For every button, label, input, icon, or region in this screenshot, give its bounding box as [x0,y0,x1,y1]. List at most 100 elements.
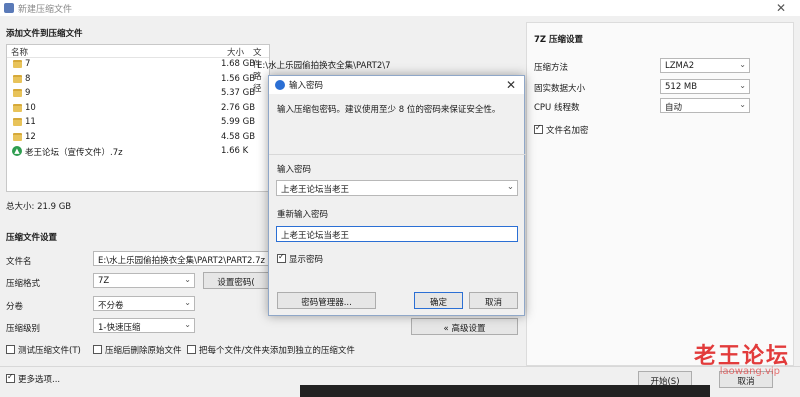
file-list-row[interactable]: 9 5.37 GB [7,87,269,102]
dialog-cancel-label: 取消 [484,298,502,308]
password-manager-label: 密码管理器... [301,298,352,308]
advanced-settings-button[interactable]: « 高级设置 [411,318,518,335]
set-password-label: 设置密码( [217,278,255,288]
cancel-label: 取消 [737,377,755,387]
file-list[interactable]: 名称 大小 文件路径 7 1.68 GB E:\水上乐园偷拍换衣全集\PART2\7… [6,44,391,192]
split-label: 分卷 [6,302,24,312]
file-name-input[interactable]: E:\水上乐园偷拍换衣全集\PART2\PART2.7z [93,251,273,266]
level-value: 1-快速压缩 [98,323,141,333]
split-value: 不分卷 [98,301,124,311]
file-name: 11 [25,117,36,127]
file-size: 2.76 GB [221,102,256,113]
dialog-hint: 输入压缩包密码。建议使用至少 8 位的密码来保证安全性。 [277,105,501,115]
folder-icon [13,74,22,83]
confirm-password-label: 重新输入密码 [277,210,329,220]
chevron-down-icon: ⌄ [184,298,191,307]
more-options-checkbox[interactable] [6,372,15,383]
file-size: 4.58 GB [221,131,256,142]
file-list-header: 名称 大小 文件路径 [7,45,269,94]
file-path: E:\水上乐园偷拍换衣全集\PART2\7 [257,61,391,71]
encrypt-names-checkbox[interactable] [534,123,543,134]
method-select[interactable]: LZMA2 ⌄ [660,58,750,73]
folder-icon [13,103,22,112]
file-name: 12 [25,131,36,142]
background-strip [300,385,710,397]
file-list-row[interactable]: ▲ 老王论坛（宣传文件）.7z 1.66 K [7,145,269,160]
file-name: 9 [25,88,31,98]
format-label: 压缩格式 [6,279,41,289]
file-list-row[interactable]: 8 1.56 GB [7,73,269,88]
watermark-url: laowang.vip [719,366,780,377]
chevron-down-icon: ⌄ [184,320,191,329]
chevron-down-icon: ⌄ [739,60,746,69]
sevenz-settings-title: 7Z 压缩设置 [534,35,584,45]
folder-icon [13,89,22,97]
file-name: 10 [25,102,36,113]
delete-source-checkbox[interactable] [93,345,102,354]
ok-button[interactable]: 确定 [414,292,463,309]
more-options-label: 更多选项... [18,375,61,385]
dialog-title-bar: 输入密码 ✕ [269,76,524,94]
file-size: 1.68 GB [221,59,256,69]
file-list-row[interactable]: 7 1.68 GB E:\水上乐园偷拍换衣全集\PART2\7 [7,58,391,73]
archive-settings-title: 压缩文件设置 [6,233,58,243]
advanced-settings-label: « 高级设置 [443,324,486,334]
block-size-label: 固实数据大小 [534,84,586,94]
archive-file-icon: ▲ [12,146,22,156]
total-size: 总大小: 21.9 GB [6,202,72,212]
file-size: 5.99 GB [221,117,256,127]
split-select[interactable]: 不分卷 ⌄ [93,296,195,311]
separate-archives-checkbox[interactable] [187,345,196,354]
footer-divider [0,366,800,367]
confirm-password-input[interactable]: 上老王论坛当老王 [276,226,518,242]
set-password-button[interactable]: 设置密码( [203,272,269,289]
ok-label: 确定 [429,298,447,308]
format-value: 7Z [98,276,110,286]
test-archive-label: 测试压缩文件(T) [18,346,81,356]
threads-label: CPU 线程数 [534,103,580,113]
method-value: LZMA2 [665,61,695,71]
password-input[interactable]: 上老王论坛当老王 ⌄ [276,180,518,196]
file-size: 1.66 K [221,146,249,156]
chevron-down-icon: ⌄ [739,100,746,109]
sevenz-settings-panel: 7Z 压缩设置 压缩方法 LZMA2 ⌄ 固实数据大小 512 MB ⌄ CPU 线… [526,22,794,366]
file-name: 8 [25,73,31,84]
column-size[interactable]: 大小 [227,46,244,58]
block-size-select[interactable]: 512 MB ⌄ [660,79,750,94]
window-title: 新建压缩文件 [18,5,73,15]
level-select[interactable]: 1-快速压缩 ⌄ [93,318,195,333]
show-password-checkbox[interactable] [277,252,286,263]
test-archive-checkbox[interactable] [6,345,15,354]
block-size-value: 512 MB [665,82,698,92]
file-name: 7 [25,59,31,69]
title-bar: 新建压缩文件 ✕ [0,0,800,16]
close-icon[interactable]: ✕ [776,1,786,15]
threads-value: 自动 [665,103,683,113]
folder-icon [13,118,22,126]
file-list-row[interactable]: 11 5.99 GB [7,116,269,131]
confirm-password-value: 上老王论坛当老王 [281,231,350,241]
file-list-row[interactable]: 12 4.58 GB [7,131,269,146]
file-size: 1.56 GB [221,73,256,84]
column-name[interactable]: 名称 [11,46,28,58]
chevron-down-icon: ⌄ [506,182,514,192]
format-select[interactable]: 7Z ⌄ [93,273,195,288]
chevron-down-icon: ⌄ [184,275,191,284]
folder-icon [13,132,22,141]
dialog-cancel-button[interactable]: 取消 [469,292,518,309]
dialog-title: 输入密码 [289,81,324,91]
file-size: 5.37 GB [221,88,256,98]
file-name: 老王论坛（宣传文件）.7z [25,148,123,158]
folder-icon [13,60,22,68]
file-list-row[interactable]: 10 2.76 GB [7,102,269,117]
password-value: 上老王论坛当老王 [281,185,350,195]
password-label: 输入密码 [277,165,312,175]
threads-select[interactable]: 自动 ⌄ [660,98,750,113]
file-name-label: 文件名 [6,257,32,267]
dialog-divider [269,154,526,155]
app-icon [4,3,14,13]
delete-source-label: 压缩后删除原始文件 [105,346,182,356]
password-manager-button[interactable]: 密码管理器... [277,292,376,309]
dialog-close-icon[interactable]: ✕ [506,78,516,92]
chevron-down-icon: ⌄ [739,81,746,90]
